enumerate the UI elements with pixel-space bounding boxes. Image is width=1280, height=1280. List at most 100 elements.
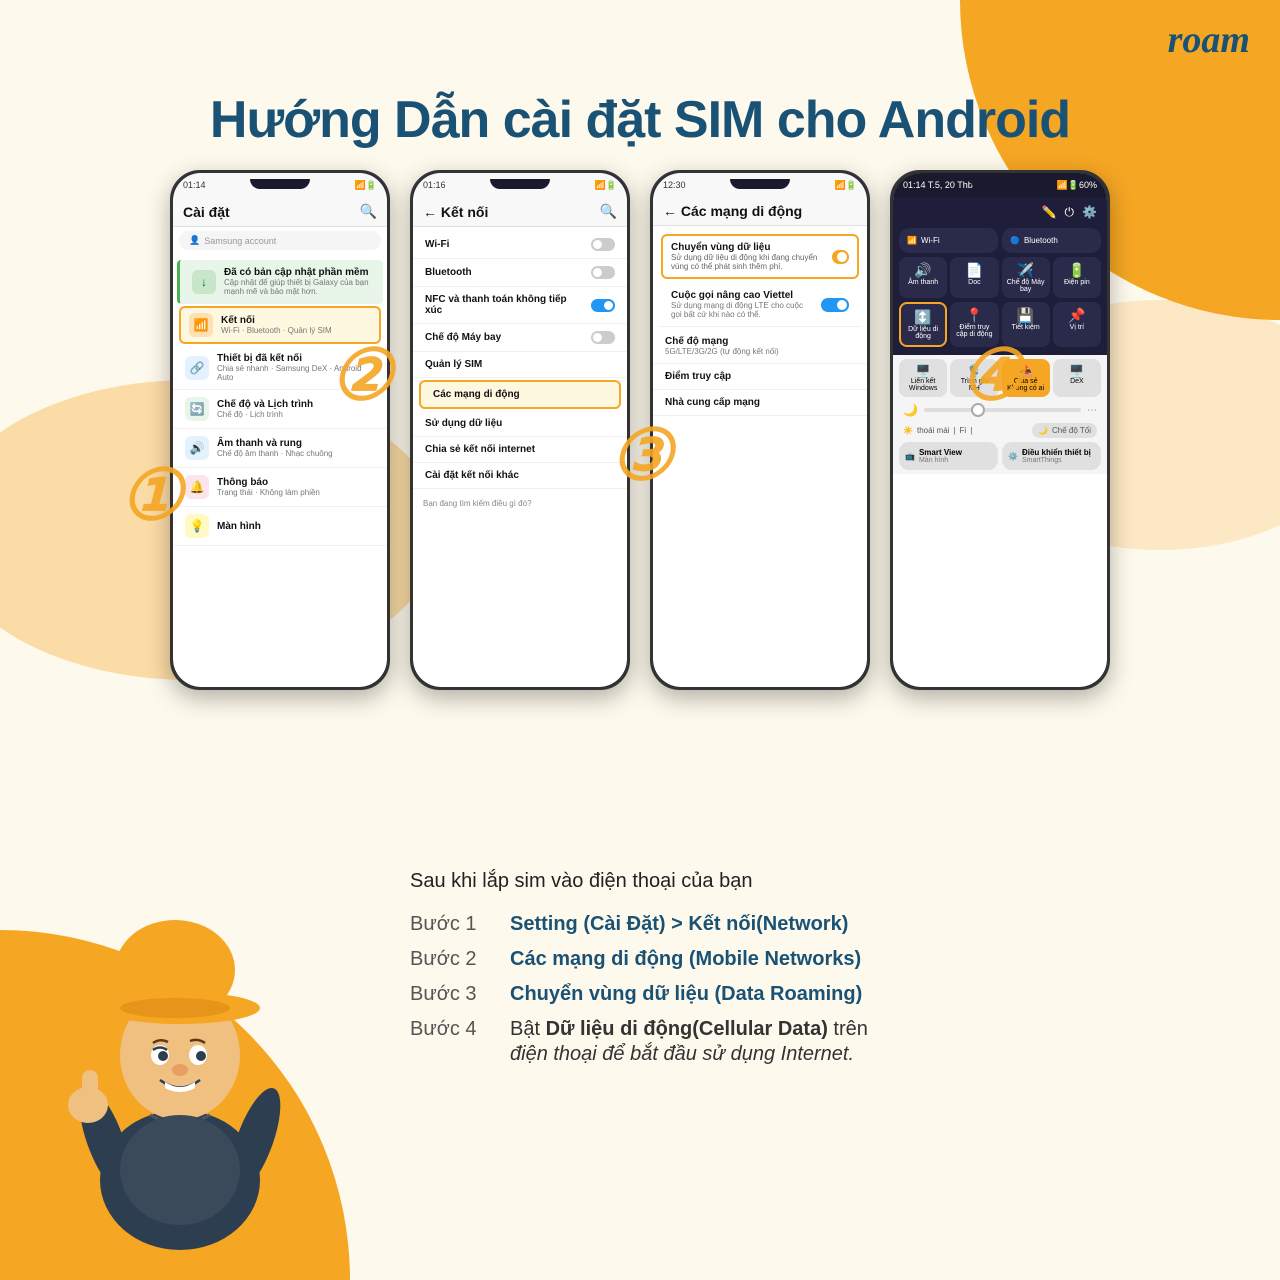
qs-datasaver-icon: 💾 bbox=[1007, 307, 1045, 324]
night-icon: 🌙 bbox=[1038, 426, 1048, 435]
data-usage-item[interactable]: Sử dụng dữ liệu bbox=[413, 411, 627, 437]
network-mode-item[interactable]: Chế độ mạng 5G/LTE/3G/2G (tự động kết nố… bbox=[653, 329, 867, 364]
step-4-row: Bước 4 Bật Dữ liệu di động(Cellular Data… bbox=[410, 1018, 1240, 1041]
search-prompt: Bạn đang tìm kiếm điều gì đó? bbox=[413, 489, 627, 512]
airplane-toggle[interactable] bbox=[591, 331, 615, 344]
airplane-item[interactable]: Chế độ Máy bay bbox=[413, 324, 627, 352]
account-icon: 👤 bbox=[189, 235, 200, 246]
separator: | bbox=[953, 426, 955, 435]
more-conn-label: Cài đặt kết nối khác bbox=[425, 470, 615, 481]
volte-toggle[interactable] bbox=[821, 298, 849, 312]
step-4-cont: điện thoại để bắt đầu sử dụng Internet. bbox=[410, 1043, 1240, 1066]
qs-doc-icon: 📄 bbox=[955, 262, 993, 279]
step-number-2: ② bbox=[330, 340, 393, 410]
smart-things-title: Điều khiển thiết bị bbox=[1022, 448, 1091, 457]
phone-4: 01:14 T.5, 20 Thb 📶🔋60% ✏️ ⏻ ⚙️ 📶 bbox=[890, 170, 1110, 690]
samsung-account-bar: 👤 Samsung account bbox=[179, 231, 381, 250]
step-4-desc: Bật Dữ liệu di động(Cellular Data) trên bbox=[510, 1018, 868, 1041]
volte-label: Cuộc gọi nâng cao Viettel Sử dụng mạng d… bbox=[671, 290, 813, 319]
ketnoi-sub: Wi-Fi · Bluetooth · Quản lý SIM bbox=[221, 326, 371, 335]
wifi-toggle[interactable] bbox=[591, 238, 615, 251]
wifi-item[interactable]: Wi-Fi bbox=[413, 231, 627, 259]
bluetooth-item[interactable]: Bluetooth bbox=[413, 259, 627, 287]
bottom-tiles: 📺 Smart View Màn hình ⚙️ Điều khiển thiế… bbox=[899, 442, 1101, 470]
qs-battery[interactable]: 🔋 Điện pin bbox=[1053, 257, 1101, 298]
menu-amthanh[interactable]: 🔊 Âm thanh và rung Chế độ âm thanh · Nhạ… bbox=[173, 429, 387, 468]
amthanh-sub: Chế độ âm thanh · Nhạc chuông bbox=[217, 449, 375, 458]
theme-control[interactable]: ☀️ thoái mái | Fi | bbox=[903, 426, 972, 435]
nfc-item[interactable]: NFC và thanh toán không tiếp xúc bbox=[413, 287, 627, 324]
qs-battery-icon: 🔋 bbox=[1058, 262, 1096, 279]
more-conn-title: Cài đặt kết nối khác bbox=[425, 470, 615, 481]
settings-icon[interactable]: ⚙️ bbox=[1082, 205, 1097, 220]
brightness-more-icon[interactable]: ⋯ bbox=[1087, 405, 1097, 416]
amthanh-title: Âm thanh và rung bbox=[217, 438, 375, 449]
qs-wifi[interactable]: 📶 Wi-Fi bbox=[899, 228, 998, 253]
qs-sound[interactable]: 🔊 Âm thanh bbox=[899, 257, 947, 298]
thongbao-title: Thông báo bbox=[217, 477, 375, 488]
theme-label: thoái mái bbox=[917, 426, 949, 435]
power-icon[interactable]: ⏻ bbox=[1065, 205, 1075, 220]
smartview-text: Smart View Màn hình bbox=[919, 448, 962, 464]
bluetooth-toggle[interactable] bbox=[591, 266, 615, 279]
qs-location[interactable]: 📌 Vị trí bbox=[1053, 302, 1101, 347]
data-roaming-toggle[interactable] bbox=[832, 250, 849, 264]
nfc-label: NFC và thanh toán không tiếp xúc bbox=[425, 294, 583, 316]
night-label: Chế độ Tối bbox=[1052, 426, 1091, 435]
update-sub: Cập nhật để giúp thiết bị Galaxy của bạn… bbox=[224, 278, 371, 296]
phone-2-title: ← Kết nối bbox=[423, 204, 488, 220]
sun-icon: ☀️ bbox=[903, 426, 913, 435]
phone-2-screen: 01:16 📶🔋 ← Kết nối 🔍 Wi-Fi Bluetooth bbox=[413, 173, 627, 687]
ketnoi-title: Kết nối bbox=[221, 315, 371, 326]
step-4-label: Bước 4 bbox=[410, 1018, 490, 1041]
night-mode[interactable]: 🌙 Chế độ Tối bbox=[1032, 423, 1097, 438]
qs-mobile-data-icon: ↕️ bbox=[906, 309, 940, 326]
volte-sub: Sử dụng mạng di động LTE cho cuộc gọi bấ… bbox=[671, 301, 813, 319]
qs-bt-label: Bluetooth bbox=[1024, 236, 1058, 245]
tile-dex-label: DeX bbox=[1058, 378, 1096, 385]
phone-2-search-icon[interactable]: 🔍 bbox=[600, 203, 617, 220]
nfc-toggle[interactable] bbox=[591, 299, 615, 312]
phone-2-notch bbox=[490, 179, 550, 189]
qs-bluetooth[interactable]: 🔵 Bluetooth bbox=[1002, 228, 1101, 253]
phone-1-search-icon[interactable]: 🔍 bbox=[360, 203, 377, 220]
fi-label: Fi bbox=[960, 426, 967, 435]
menu-manhinh[interactable]: 💡 Màn hình bbox=[173, 507, 387, 546]
phone-1-title: Cài đặt bbox=[183, 204, 230, 220]
qs-doc-label: Doc bbox=[955, 279, 993, 286]
apn-item[interactable]: Điểm truy cập bbox=[653, 364, 867, 390]
hotspot-item[interactable]: Chia sẻ kết nối internet bbox=[413, 437, 627, 463]
tile-windows[interactable]: 🖥️ Liên kết Windows bbox=[899, 359, 947, 397]
smartview-tile[interactable]: 📺 Smart View Màn hình bbox=[899, 442, 998, 470]
menu-update[interactable]: ↓ Đã có bản cập nhật phần mềm Cập nhật đ… bbox=[177, 260, 383, 304]
smart-things-tile[interactable]: ⚙️ Điều khiển thiết bị SmartThings bbox=[1002, 442, 1101, 470]
phone-3-notch bbox=[730, 179, 790, 189]
mobile-networks-item[interactable]: Các mạng di động bbox=[419, 380, 621, 409]
phone-1-time: 01:14 bbox=[183, 180, 206, 190]
update-icon: ↓ bbox=[192, 270, 216, 294]
edit-icon[interactable]: ✏️ bbox=[1042, 205, 1057, 220]
qs-airplane[interactable]: ✈️ Chế độ Máy bay bbox=[1002, 257, 1050, 298]
qs-top-row: ✏️ ⏻ ⚙️ bbox=[899, 205, 1101, 224]
qs-mobile-data[interactable]: ↕️ Dữ liệu di động bbox=[899, 302, 947, 347]
smartview-icon: 📺 bbox=[905, 452, 915, 461]
volte-item[interactable]: Cuộc gọi nâng cao Viettel Sử dụng mạng d… bbox=[659, 283, 861, 327]
menu-thongbao[interactable]: 🔔 Thông báo Trạng thái · Không làm phiền bbox=[173, 468, 387, 507]
qs-doc[interactable]: 📄 Doc bbox=[950, 257, 998, 298]
qs-hotspot-icon: 📍 bbox=[955, 307, 993, 324]
volte-title: Cuộc gọi nâng cao Viettel bbox=[671, 290, 813, 301]
tile-dex[interactable]: 🖥️ DeX bbox=[1053, 359, 1101, 397]
carrier-item[interactable]: Nhà cung cấp mạng bbox=[653, 390, 867, 416]
qs-control-icons: ✏️ ⏻ ⚙️ bbox=[899, 205, 1101, 220]
instructions-area: Sau khi lắp sim vào điện thoại của bạn B… bbox=[380, 840, 1280, 1260]
step-number-1: ① bbox=[120, 460, 183, 530]
more-conn-item[interactable]: Cài đặt kết nối khác bbox=[413, 463, 627, 489]
data-roaming-item[interactable]: Chuyển vùng dữ liệu Sử dụng dữ liệu di đ… bbox=[661, 234, 859, 279]
apn-label: Điểm truy cập bbox=[665, 371, 855, 382]
phone-2-time: 01:16 bbox=[423, 180, 446, 190]
hotspot-label: Chia sẻ kết nối internet bbox=[425, 444, 615, 455]
sim-item[interactable]: Quản lý SIM bbox=[413, 352, 627, 378]
thongbao-sub: Trạng thái · Không làm phiền bbox=[217, 488, 375, 497]
data-roaming-sub: Sử dụng dữ liệu di động khi đang chuyển … bbox=[671, 253, 832, 271]
step-3-label: Bước 3 bbox=[410, 983, 490, 1006]
